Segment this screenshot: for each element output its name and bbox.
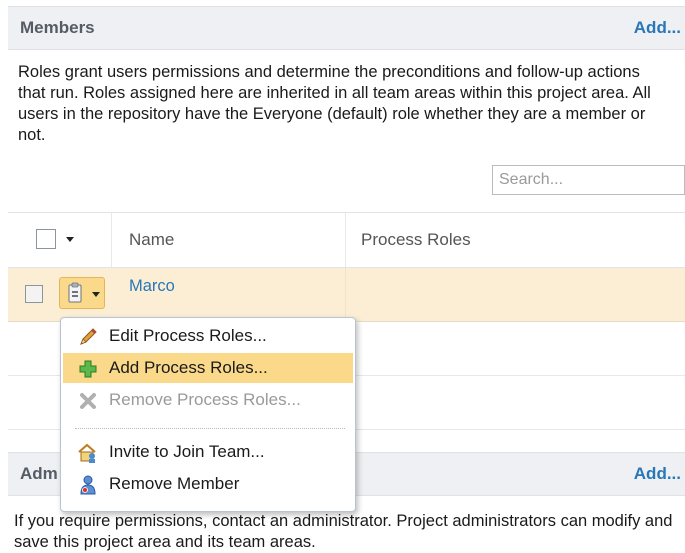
members-table-header: Name Process Roles — [8, 212, 685, 268]
plus-icon — [79, 360, 97, 378]
add-administrator-link[interactable]: Add... — [634, 464, 681, 484]
row-checkbox[interactable] — [25, 285, 43, 303]
administrators-title: Adm — [20, 464, 58, 483]
members-description: Roles grant users permissions and determ… — [18, 63, 651, 144]
team-invite-icon — [78, 443, 96, 463]
menu-item-label: Edit Process Roles... — [109, 326, 267, 345]
column-divider — [345, 268, 346, 321]
menu-item-label: Remove Process Roles... — [109, 390, 301, 409]
column-divider — [111, 213, 112, 267]
menu-item-invite-to-join-team[interactable]: Invite to Join Team... — [63, 437, 353, 467]
search-input[interactable] — [492, 165, 685, 195]
members-title: Members — [20, 18, 95, 37]
menu-item-label: Remove Member — [109, 474, 240, 493]
row-actions-button[interactable] — [59, 277, 105, 309]
menu-item-label: Invite to Join Team... — [109, 442, 265, 461]
members-section-header: Members Add... — [8, 6, 685, 50]
table-row[interactable]: Marco — [8, 268, 685, 322]
menu-item-add-process-roles[interactable]: Add Process Roles... — [63, 353, 353, 383]
menu-item-edit-process-roles[interactable]: Edit Process Roles... — [63, 321, 353, 351]
member-card-icon — [68, 282, 82, 303]
column-header-process-roles[interactable]: Process Roles — [361, 230, 471, 250]
menu-separator — [75, 428, 345, 429]
remove-x-icon — [80, 393, 96, 409]
select-all-dropdown-icon[interactable] — [66, 237, 74, 242]
pencil-icon — [80, 328, 97, 345]
column-divider — [345, 213, 346, 267]
user-remove-icon — [80, 475, 96, 495]
member-context-menu: Edit Process Roles... Add Process Roles.… — [60, 317, 356, 512]
menu-item-label: Add Process Roles... — [109, 358, 268, 377]
add-member-link[interactable]: Add... — [634, 18, 681, 38]
column-header-name[interactable]: Name — [129, 230, 174, 250]
member-name-link[interactable]: Marco — [129, 277, 175, 296]
administrators-description: If you require permissions, contact an a… — [14, 512, 673, 551]
menu-item-remove-process-roles: Remove Process Roles... — [63, 385, 353, 415]
chevron-down-icon — [92, 292, 100, 297]
menu-item-remove-member[interactable]: Remove Member — [63, 469, 353, 499]
select-all-checkbox[interactable] — [36, 229, 56, 249]
